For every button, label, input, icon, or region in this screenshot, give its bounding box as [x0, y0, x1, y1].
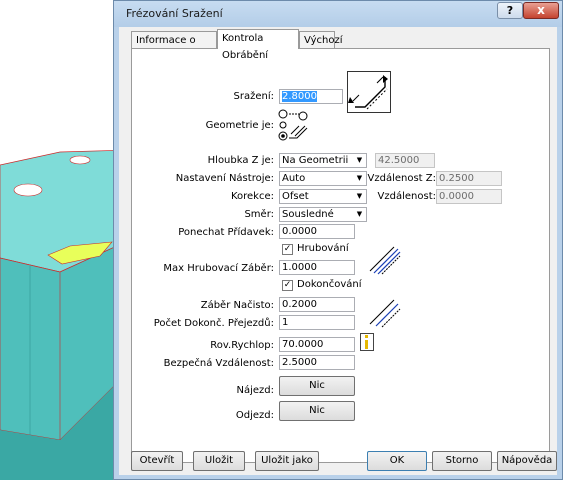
finish-passes-label: Počet Dokonč. Přejezdů: — [153, 318, 274, 329]
direction-label: Směr: — [244, 209, 274, 220]
approach-button[interactable]: Nic — [279, 376, 355, 396]
save-as-button[interactable]: Uložit jako — [255, 451, 319, 471]
plunge-feed-label: Rov.Rychlop: — [210, 340, 274, 351]
chamfer-input[interactable]: 2.8000 — [279, 89, 343, 104]
safe-distance-input[interactable]: 2.5000 — [279, 355, 355, 370]
approach-label: Nájezd: — [236, 385, 274, 396]
z-depth-select[interactable]: Na Geometrii ▼ — [279, 153, 367, 168]
roughing-checkbox[interactable]: ✓ — [282, 244, 293, 255]
chevron-down-icon: ▼ — [352, 172, 366, 185]
help-icon[interactable]: ? — [497, 2, 523, 19]
roughing-icon — [369, 246, 401, 275]
tab-tool-info[interactable]: Informace o Nástroji — [131, 31, 217, 63]
retract-button[interactable]: Nic — [279, 401, 355, 421]
cancel-button[interactable]: Storno — [432, 451, 492, 471]
close-icon[interactable]: x — [523, 2, 559, 19]
z-depth-value: 42.5000 — [375, 153, 435, 168]
chamfer-label: Sražení: — [233, 91, 274, 102]
max-rough-step-label: Max Hrubovací Záběr: — [163, 263, 274, 274]
chamfer-dialog: Frézování Sražení ? x Informace o Nástro… — [113, 0, 563, 480]
max-rough-step-input[interactable]: 1.0000 — [279, 260, 355, 275]
dialog-client: Informace o Nástroji Kontrola Obrábění V… — [119, 27, 557, 475]
chamfer-diagram-icon[interactable] — [347, 71, 391, 113]
chevron-down-icon: ▼ — [352, 154, 366, 167]
tab-machining-control[interactable]: Kontrola Obrábění — [217, 29, 299, 61]
direction-select[interactable]: Sousledné ▼ — [279, 207, 367, 222]
distance-input[interactable]: 0.0000 — [436, 189, 502, 204]
safe-distance-label: Bezpečná Vzdálenost: — [163, 358, 274, 369]
tab-panel: Sražení: 2.8000 Geometrie je: Hloubka Z … — [131, 48, 550, 463]
finishing-label: Dokončování — [297, 279, 362, 290]
chevron-down-icon: ▼ — [352, 190, 366, 203]
finish-step-label: Záběr Načisto: — [200, 300, 274, 311]
distance-label: Vzdálenost: — [377, 191, 436, 202]
tool-setting-label: Nastavení Nástroje: — [175, 173, 274, 184]
save-button[interactable]: Uložit — [193, 451, 245, 471]
roughing-label: Hrubování — [297, 243, 349, 254]
stock-allowance-label: Ponechat Přídavek: — [178, 227, 274, 238]
correction-select[interactable]: Ofset ▼ — [279, 189, 367, 204]
stock-allowance-input[interactable]: 0.0000 — [279, 224, 355, 239]
plunge-feed-input[interactable]: 70.0000 — [279, 337, 355, 352]
z-depth-label: Hloubka Z je: — [207, 155, 274, 166]
retract-label: Odjezd: — [235, 410, 274, 421]
geometry-label: Geometrie je: — [205, 120, 274, 131]
tab-defaults[interactable]: Výchozí — [299, 31, 342, 48]
chevron-down-icon: ▼ — [352, 208, 366, 221]
feed-info-icon[interactable] — [360, 333, 374, 351]
open-button[interactable]: Otevřít — [131, 451, 183, 471]
ok-button[interactable]: OK — [367, 451, 427, 471]
dialog-title: Frézování Sražení — [126, 7, 223, 20]
title-bar[interactable]: Frézování Sražení ? x — [114, 1, 562, 27]
z-distance-input[interactable]: 0.2500 — [436, 171, 502, 186]
finishing-icon — [369, 299, 401, 328]
part-3d-view — [0, 149, 130, 480]
correction-label: Korekce: — [230, 191, 274, 202]
finishing-checkbox[interactable]: ✓ — [282, 280, 293, 291]
z-distance-label: Vzdálenost Z: — [367, 173, 436, 184]
geometry-type-icon[interactable] — [277, 108, 313, 142]
tool-setting-select[interactable]: Auto ▼ — [279, 171, 367, 186]
finish-passes-input[interactable]: 1 — [279, 315, 355, 330]
finish-step-input[interactable]: 0.2000 — [279, 297, 355, 312]
help-button[interactable]: Nápověda — [497, 451, 557, 471]
